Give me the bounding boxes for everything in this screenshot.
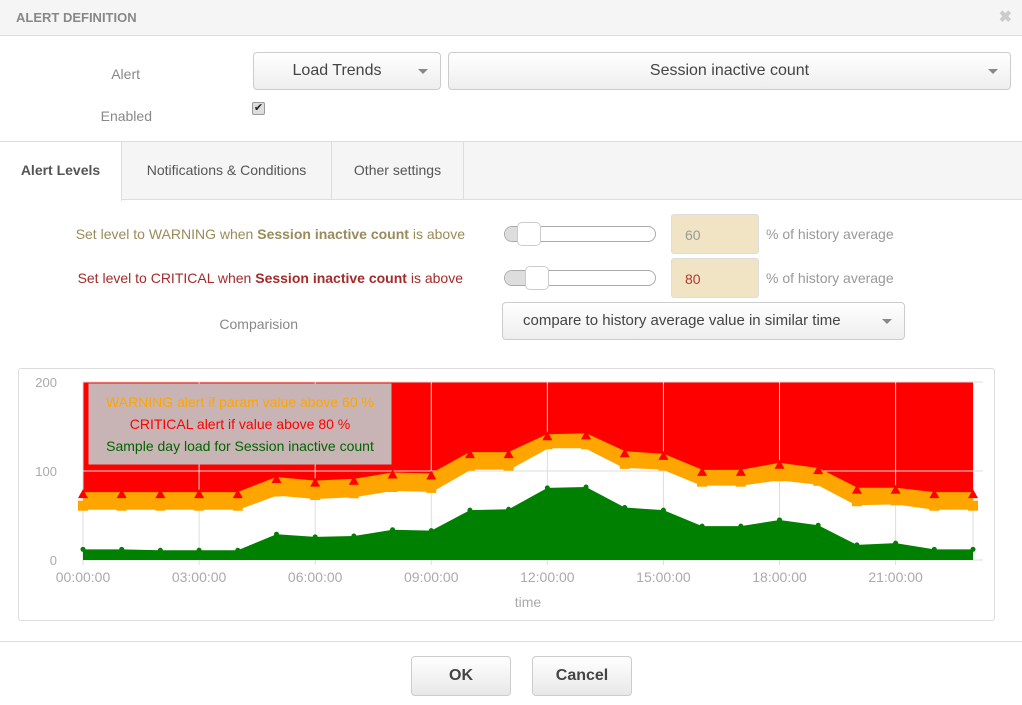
- sample-point: [931, 546, 937, 552]
- ok-button[interactable]: OK: [411, 656, 511, 696]
- sample-point: [544, 485, 550, 491]
- sample-point: [622, 504, 628, 510]
- sample-point: [583, 484, 589, 490]
- warning-point: [774, 471, 785, 482]
- warning-point: [348, 488, 359, 499]
- footer-divider: [0, 641, 1022, 642]
- warning-point: [78, 500, 88, 511]
- sample-point: [157, 547, 163, 553]
- sample-point: [660, 507, 666, 513]
- critical-unit: % of history average: [766, 270, 894, 286]
- warning-point: [929, 500, 940, 511]
- warning-point: [697, 476, 708, 487]
- x-tick-label: 15:00:00: [636, 569, 691, 585]
- warning-point: [503, 460, 514, 471]
- warning-point: [271, 486, 282, 497]
- sample-point: [80, 546, 86, 552]
- sample-point: [738, 523, 744, 529]
- warning-point: [464, 460, 475, 471]
- tab-bar: Alert Levels Notifications & Conditions …: [0, 141, 1022, 201]
- x-tick-label: 09:00:00: [404, 569, 459, 585]
- enabled-label: Enabled: [100, 108, 152, 124]
- comparison-value: compare to history average value in simi…: [523, 312, 841, 329]
- tab-alert-levels[interactable]: Alert Levels: [0, 142, 122, 201]
- warning-point: [851, 496, 862, 507]
- x-tick-label: 00:00:00: [56, 569, 111, 585]
- warning-value-field[interactable]: 60: [671, 214, 759, 254]
- critical-slider[interactable]: [504, 266, 656, 290]
- warning-slider[interactable]: [504, 222, 656, 246]
- legend-entry: CRITICAL alert if value above 80 %: [130, 416, 350, 432]
- warning-point: [619, 458, 630, 469]
- sample-point: [699, 523, 705, 529]
- chart-container: 0 100 200 00:00:00 03:00:00 06:00:00 09:00:00 1…: [18, 368, 995, 621]
- warning-point: [658, 460, 669, 471]
- x-tick-label: 03:00:00: [172, 569, 227, 585]
- tab-other-settings[interactable]: Other settings: [332, 142, 464, 200]
- alert-label: Alert: [111, 66, 140, 82]
- sample-point: [777, 517, 783, 523]
- sample-point: [854, 542, 860, 548]
- sample-point: [390, 527, 396, 533]
- warning-point: [735, 476, 746, 487]
- chevron-down-icon: [988, 69, 998, 74]
- warning-point: [890, 495, 901, 506]
- alert-type-value: Load Trends: [292, 62, 382, 79]
- warning-point: [194, 500, 205, 511]
- sample-point: [196, 547, 202, 553]
- warning-point: [542, 439, 553, 450]
- sample-point: [312, 534, 318, 540]
- alert-param-select[interactable]: Session inactive count: [448, 52, 1011, 90]
- sample-point: [970, 546, 976, 552]
- x-tick-label: 21:00:00: [868, 569, 923, 585]
- sample-point: [893, 540, 899, 546]
- warning-point: [426, 482, 437, 493]
- warning-point: [232, 500, 243, 511]
- alert-type-select[interactable]: Load Trends: [253, 52, 441, 90]
- legend-entry: WARNING alert if param value above 60 %: [106, 394, 374, 410]
- dialog-title: ALERT DEFINITION: [16, 10, 137, 25]
- sample-point: [351, 533, 357, 539]
- sample-point: [273, 531, 279, 537]
- sample-point: [119, 546, 125, 552]
- warning-point: [581, 439, 592, 450]
- comparison-label: Comparision: [219, 316, 298, 332]
- alert-level-chart: 0 100 200 00:00:00 03:00:00 06:00:00 09:00:00 1…: [35, 375, 983, 610]
- y-tick-label: 200: [35, 375, 57, 390]
- x-tick-label: 12:00:00: [520, 569, 575, 585]
- sample-point: [428, 528, 434, 534]
- warning-point: [387, 482, 398, 493]
- critical-value-field[interactable]: 80: [671, 258, 759, 298]
- warning-point: [968, 500, 978, 511]
- sample-point: [815, 522, 821, 528]
- critical-level-label: Set level to CRITICAL when Session inact…: [77, 270, 463, 286]
- alert-param-value: Session inactive count: [649, 62, 810, 79]
- cancel-button[interactable]: Cancel: [532, 656, 632, 696]
- enabled-checkbox[interactable]: ✔: [252, 102, 265, 115]
- warning-level-label: Set level to WARNING when Session inacti…: [75, 226, 465, 242]
- warning-point: [116, 500, 127, 511]
- dialog-header: ALERT DEFINITION ✖: [0, 0, 1022, 36]
- chevron-down-icon: [882, 319, 892, 324]
- chevron-down-icon: [418, 69, 428, 74]
- warning-point: [155, 500, 166, 511]
- legend-entry: Sample day load for Session inactive cou…: [106, 438, 374, 454]
- x-axis-label: time: [515, 594, 542, 610]
- slider-handle[interactable]: [517, 222, 541, 246]
- y-tick-label: 0: [50, 553, 57, 568]
- close-icon[interactable]: ✖: [999, 7, 1012, 27]
- sample-point: [467, 507, 473, 513]
- warning-point: [813, 475, 824, 486]
- x-tick-label: 18:00:00: [752, 569, 807, 585]
- y-tick-label: 100: [35, 464, 57, 479]
- x-tick-label: 06:00:00: [288, 569, 343, 585]
- slider-handle[interactable]: [525, 266, 549, 290]
- tab-notifications-conditions[interactable]: Notifications & Conditions: [122, 142, 332, 200]
- sample-point: [506, 506, 512, 512]
- comparison-select[interactable]: compare to history average value in simi…: [502, 302, 905, 340]
- sample-point: [235, 547, 241, 553]
- warning-unit: % of history average: [766, 226, 894, 242]
- warning-point: [310, 490, 321, 501]
